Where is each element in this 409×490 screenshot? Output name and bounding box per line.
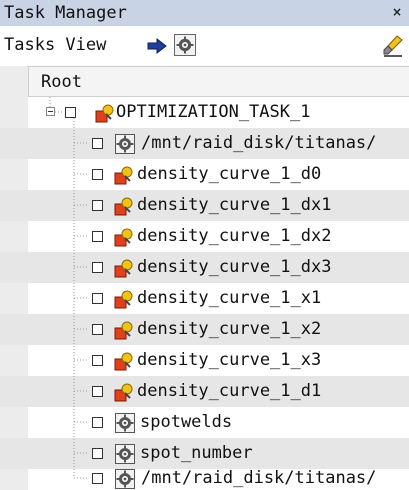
root-label: Root (41, 72, 82, 92)
row-label: density_curve_1_d0 (137, 164, 322, 184)
row-label: density_curve_1_x1 (137, 288, 322, 308)
optimization-icon (114, 383, 133, 402)
row-label: density_curve_1_d1 (137, 381, 322, 401)
row-checkbox[interactable] (92, 386, 103, 397)
optimization-icon (114, 321, 133, 340)
tree-row-density-curve[interactable]: density_curve_1_dx1 (0, 190, 409, 221)
tree-row-density-curve[interactable]: density_curve_1_d1 (0, 376, 409, 407)
gear-icon (115, 413, 135, 433)
row-label: spotwelds (140, 412, 233, 432)
optimization-icon (114, 352, 133, 371)
row-label: density_curve_1_dx2 (137, 226, 332, 246)
optimization-icon (114, 259, 133, 278)
arrow-right-icon[interactable] (147, 38, 167, 54)
gear-icon (176, 36, 194, 54)
toolbar: Tasks View (0, 26, 409, 66)
row-checkbox[interactable] (92, 231, 103, 242)
tree-row-density-curve[interactable]: density_curve_1_x1 (0, 283, 409, 314)
tree-row-density-curve[interactable]: density_curve_1_d0 (0, 159, 409, 190)
task-tree: Root OPTIMIZATION_TASK_1 /mnt/raid_disk/… (0, 66, 409, 490)
row-checkbox[interactable] (92, 473, 103, 484)
tasks-view-gear-button[interactable] (174, 34, 196, 56)
tree-row-spotwelds[interactable]: spotwelds (0, 407, 409, 438)
row-checkbox[interactable] (92, 200, 103, 211)
tree-row-density-curve[interactable]: density_curve_1_x3 (0, 345, 409, 376)
row-label: OPTIMIZATION_TASK_1 (116, 102, 311, 122)
row-checkbox[interactable] (92, 324, 103, 335)
optimization-icon (114, 290, 133, 309)
row-checkbox[interactable] (92, 138, 103, 149)
tree-row-density-curve[interactable]: density_curve_1_x2 (0, 314, 409, 345)
close-button[interactable]: × (391, 6, 403, 18)
task-manager-window: Task Manager × Tasks View Root OPTIMIZAT… (0, 0, 409, 490)
row-checkbox[interactable] (92, 293, 103, 304)
row-checkbox[interactable] (92, 448, 103, 459)
row-checkbox[interactable] (92, 417, 103, 428)
tree-row-density-curve[interactable]: density_curve_1_dx2 (0, 221, 409, 252)
row-label: density_curve_1_dx1 (137, 195, 332, 215)
row-label: density_curve_1_dx3 (137, 257, 332, 277)
row-checkbox[interactable] (92, 262, 103, 273)
row-label: density_curve_1_x2 (137, 319, 322, 339)
tasks-view-label: Tasks View (4, 35, 107, 55)
tree-row-path[interactable]: /mnt/raid_disk/titanas/ (0, 463, 409, 490)
row-label: density_curve_1_x3 (137, 350, 322, 370)
brush-icon[interactable] (382, 34, 404, 58)
row-checkbox[interactable] (92, 169, 103, 180)
title-bar: Task Manager × (0, 0, 409, 26)
tree-row-density-curve[interactable]: density_curve_1_dx3 (0, 252, 409, 283)
collapse-toggle[interactable] (46, 107, 55, 116)
row-checkbox[interactable] (92, 355, 103, 366)
window-title: Task Manager (4, 3, 127, 23)
row-label: /mnt/raid_disk/titanas/ (141, 468, 377, 488)
optimization-icon (114, 197, 133, 216)
gear-icon (115, 134, 135, 154)
tree-row-path[interactable]: /mnt/raid_disk/titanas/ (0, 128, 409, 159)
tree-root-header[interactable]: Root (28, 66, 409, 97)
tree-row-optimization-task[interactable]: OPTIMIZATION_TASK_1 (0, 97, 409, 128)
optimization-icon (114, 228, 133, 247)
row-label: /mnt/raid_disk/titanas/ (141, 133, 377, 153)
optimization-icon (95, 104, 114, 123)
row-checkbox[interactable] (65, 107, 76, 118)
gear-icon (115, 469, 135, 489)
optimization-icon (114, 166, 133, 185)
gear-icon (115, 444, 135, 464)
row-label: spot_number (140, 443, 253, 463)
